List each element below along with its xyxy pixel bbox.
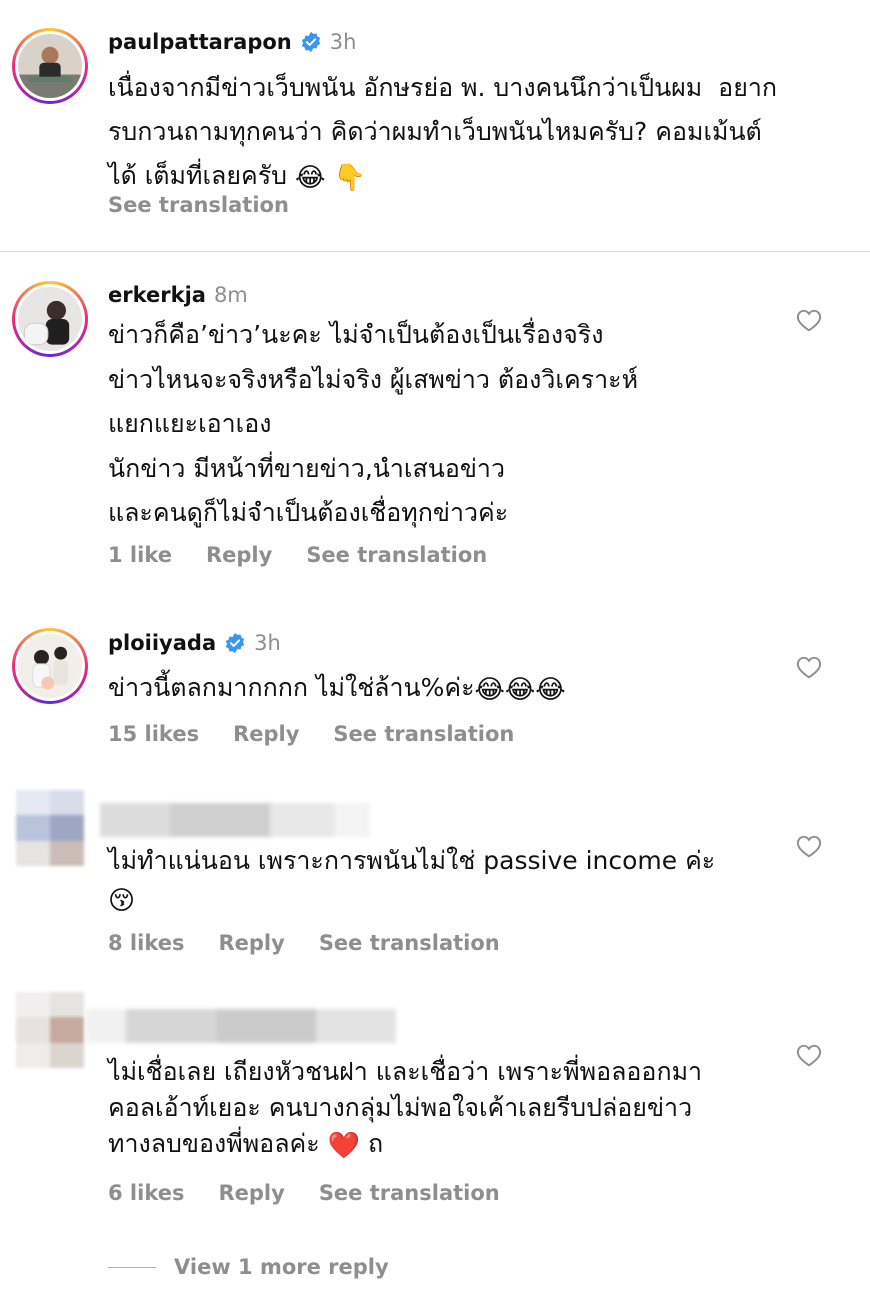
avatar-paulpattarapon[interactable] (12, 28, 88, 104)
comment-see-translation[interactable]: See translation (333, 722, 514, 746)
caption-text-wrap: เนื่องจากมีข่าวเว็บพนัน อักษรย่อ พ. บางค… (108, 66, 840, 198)
caption-time: 3h (329, 30, 357, 54)
divider (0, 251, 870, 252)
blurred-avatar (16, 992, 84, 1068)
like-heart-icon[interactable] (796, 308, 822, 332)
profile-photo-icon (18, 287, 82, 351)
like-heart-icon[interactable] (796, 834, 822, 858)
comment-emoji: 😚 (108, 886, 136, 916)
blurred-username (86, 1009, 396, 1043)
profile-photo-icon (18, 634, 82, 698)
comment-see-translation[interactable]: See translation (319, 1181, 500, 1205)
view-more-replies-button[interactable]: View 1 more reply (108, 1255, 389, 1279)
caption-text: เนื่องจากมีข่าวเว็บพนัน อักษรย่อ พ. บางค… (108, 73, 778, 190)
caption-emoji: 😂 👇 (294, 163, 367, 193)
comment-username[interactable]: erkerkja (108, 283, 206, 307)
comment-text-wrap: ไม่ทำแน่นอน เพราะการพนันไม่ใช่ passive i… (108, 842, 760, 918)
comment-emoji: ❤️ (327, 1131, 360, 1161)
comment-text-wrap: ไม่เชื่อเลย เถียงหัวชนฝา และเชื่อว่า เพร… (108, 1054, 760, 1162)
comment-reply-button[interactable]: Reply (218, 1181, 284, 1205)
verified-badge-icon (225, 632, 245, 654)
comment-text: ไม่เชื่อเลย เถียงหัวชนฝา และเชื่อว่า เพร… (108, 1057, 703, 1158)
verified-badge-icon (301, 31, 320, 53)
comment-reply-button[interactable]: Reply (233, 722, 299, 746)
comment-reply-button[interactable]: Reply (206, 543, 272, 567)
view-more-label[interactable]: View 1 more reply (174, 1255, 389, 1279)
comment-reply-button[interactable]: Reply (218, 931, 284, 955)
comment-time: 8m (213, 283, 248, 307)
comment-text-suffix: ถ (360, 1129, 384, 1158)
blurred-avatar (16, 790, 84, 866)
avatar-erkerkja[interactable] (12, 281, 88, 357)
comment-text: ไม่ทำแน่นอน เพราะการพนันไม่ใช่ passive i… (108, 846, 716, 875)
comment-see-translation[interactable]: See translation (319, 931, 500, 955)
comment-likes[interactable]: 8 likes (108, 931, 184, 955)
comment-text: ข่าวนี้ตลกมากกกก ไม่ใช่ล้าน%ค่ะ (108, 673, 475, 702)
comment-likes[interactable]: 6 likes (108, 1181, 184, 1205)
comment-text: ข่าวก็คือ’ข่าว’นะคะ ไม่จำเป็นต้องเป็นเรื… (108, 320, 639, 527)
comment-username[interactable]: ploiiyada (108, 631, 216, 655)
comment-time: 3h (254, 631, 281, 655)
comment-see-translation[interactable]: See translation (306, 543, 487, 567)
comment-likes[interactable]: 1 like (108, 543, 172, 567)
caption-username[interactable]: paulpattarapon (108, 30, 292, 54)
view-more-line (108, 1266, 156, 1268)
comment-text-wrap: ข่าวนี้ตลกมากกกก ไม่ใช่ล้าน%ค่ะ😂😂😂 (108, 666, 760, 710)
avatar-ploiiyada[interactable] (12, 628, 88, 704)
comment-emoji: 😂😂😂 (474, 675, 566, 705)
like-heart-icon[interactable] (796, 655, 822, 679)
profile-photo-icon (18, 34, 82, 98)
comment-likes[interactable]: 15 likes (108, 722, 199, 746)
blurred-username (100, 803, 370, 837)
caption-see-translation[interactable]: See translation (108, 193, 289, 217)
like-heart-icon[interactable] (796, 1043, 822, 1067)
